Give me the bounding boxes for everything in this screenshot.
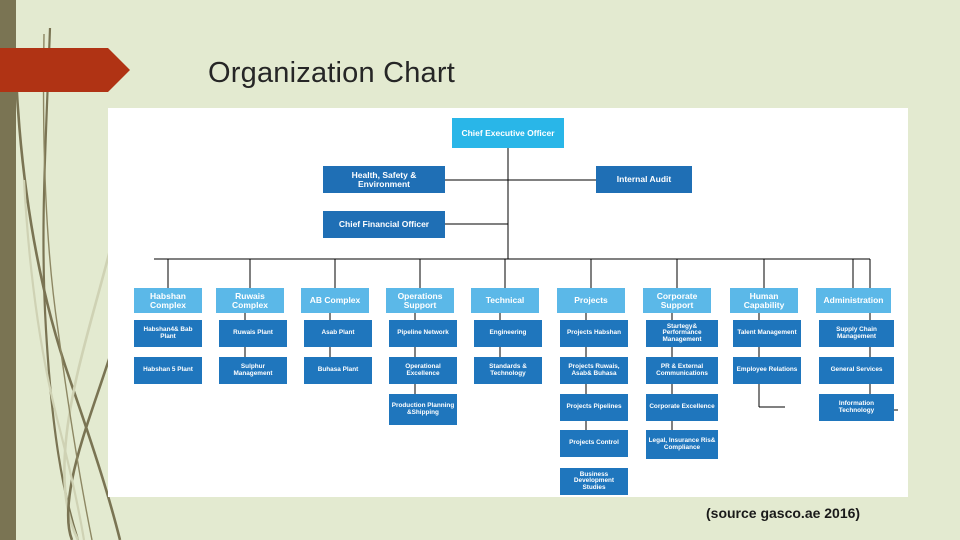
org-node-operations-support: Operations Support [386,288,454,313]
org-node-human-capability-label: Human Capability [743,290,785,310]
org-unit-ab-complex-1: Asab Plant [304,320,372,347]
org-node-human-capability: Human Capability [730,288,798,313]
org-node-administration: Administration [816,288,891,313]
page-title: Organization Chart [208,57,455,89]
org-unit-projects-2: Projects Ruwais, Asab& Buhasa [560,357,628,384]
org-node-technical-label: Technical [485,295,525,306]
org-unit-technical-2: Standards & Technology [474,357,542,384]
org-node-technical: Technical [471,288,539,313]
org-unit-technical-1-label: Engineering [489,329,527,337]
org-node-corporate-support-label: Corporate Support [656,290,698,310]
org-node-ruwais-complex: Ruwais Complex [216,288,284,313]
org-unit-ruwais-complex-2-label: Sulphur Management [233,362,273,377]
org-unit-projects-3-label: Projects Pipelines [566,403,622,411]
org-unit-projects-1-label: Projects Habshan [567,329,621,337]
org-unit-corporate-support-2: PR & External Communications [646,357,718,384]
org-node-administration-label: Administration [823,295,884,306]
org-unit-operations-support-3: Production Planning &Shipping [389,394,457,425]
org-unit-technical-1: Engineering [474,320,542,347]
org-unit-operations-support-1: Pipeline Network [389,320,457,347]
org-unit-corporate-support-1: Startegy& Performance Management [646,320,718,347]
org-unit-projects-5-label: Business Development Studies [573,470,615,491]
org-unit-administration-3-label: Information Technology [838,399,875,414]
org-node-chief-financial-officer-label: Chief Financial Officer [338,219,430,230]
org-node-health-safety-environment: Health, Safety & Environment [323,166,445,193]
org-unit-administration-1-label: Supply Chain Management [836,325,877,340]
org-unit-technical-2-label: Standards & Technology [489,362,527,377]
org-unit-ruwais-complex-2: Sulphur Management [219,357,287,384]
org-unit-operations-support-2-label: Operational Excellence [405,362,441,377]
org-unit-corporate-support-4: Legal, Insurance Ris& Compliance [646,430,718,459]
org-unit-ab-complex-1-label: Asab Plant [321,329,355,337]
org-unit-corporate-support-4-label: Legal, Insurance Ris& Compliance [648,436,716,451]
org-node-ruwais-complex-label: Ruwais Complex [232,290,268,310]
source-caption: (source gasco.ae 2016) [706,505,861,521]
org-unit-ruwais-complex-1-label: Ruwais Plant [233,329,273,337]
slide-canvas: Organization Chart (source gasco.ae 2016… [0,0,960,540]
org-unit-corporate-support-2-label: PR & External Communications [656,362,708,377]
org-unit-administration-1: Supply Chain Management [819,320,894,347]
org-unit-human-capability-2-label: Employee Relations [736,366,798,374]
org-node-ab-complex-label: AB Complex [309,295,361,306]
org-node-projects-label: Projects [574,295,608,306]
org-unit-projects-4: Projects Control [560,430,628,457]
decorative-arrow-banner [0,48,130,92]
org-unit-habshan-complex-1: Habshan4& Bab Plant [134,320,202,347]
org-unit-administration-2: General Services [819,357,894,384]
org-node-chief-financial-officer: Chief Financial Officer [323,211,445,238]
org-unit-human-capability-1-label: Talent Management [737,329,797,337]
org-unit-habshan-complex-1-label: Habshan4& Bab Plant [143,325,193,340]
org-unit-projects-1: Projects Habshan [560,320,628,347]
org-unit-ruwais-complex-1: Ruwais Plant [219,320,287,347]
org-unit-habshan-complex-2-label: Habshan 5 Plant [143,366,193,374]
org-node-chief-executive-officer-label: Chief Executive Officer [461,127,555,138]
org-unit-administration-3: Information Technology [819,394,894,421]
org-node-operations-support-label: Operations Support [397,290,443,310]
org-unit-projects-4-label: Projects Control [569,439,619,447]
org-unit-projects-5: Business Development Studies [560,468,628,495]
org-unit-corporate-support-1-label: Startegy& Performance Management [662,322,702,343]
org-node-corporate-support: Corporate Support [643,288,711,313]
org-unit-operations-support-1-label: Pipeline Network [397,329,449,337]
org-node-ab-complex: AB Complex [301,288,369,313]
org-unit-operations-support-3-label: Production Planning &Shipping [391,401,455,416]
org-node-habshan-complex-label: Habshan Complex [150,290,186,310]
org-unit-projects-2-label: Projects Ruwais, Asab& Buhasa [568,362,620,377]
org-unit-ab-complex-2: Buhasa Plant [304,357,372,384]
org-node-projects: Projects [557,288,625,313]
org-node-chief-executive-officer: Chief Executive Officer [452,118,564,148]
org-node-internal-audit: Internal Audit [596,166,692,193]
org-node-habshan-complex: Habshan Complex [134,288,202,313]
org-unit-habshan-complex-2: Habshan 5 Plant [134,357,202,384]
org-unit-operations-support-2: Operational Excellence [389,357,457,384]
org-unit-corporate-support-3: Corporate Excellence [646,394,718,421]
org-unit-administration-2-label: General Services [830,366,883,374]
org-node-internal-audit-label: Internal Audit [616,174,672,185]
org-node-health-safety-environment-label: Health, Safety & Environment [351,169,417,189]
org-unit-corporate-support-3-label: Corporate Excellence [649,403,715,411]
org-unit-projects-3: Projects Pipelines [560,394,628,421]
org-unit-human-capability-2: Employee Relations [733,357,801,384]
org-unit-ab-complex-2-label: Buhasa Plant [317,366,359,374]
org-unit-human-capability-1: Talent Management [733,320,801,347]
